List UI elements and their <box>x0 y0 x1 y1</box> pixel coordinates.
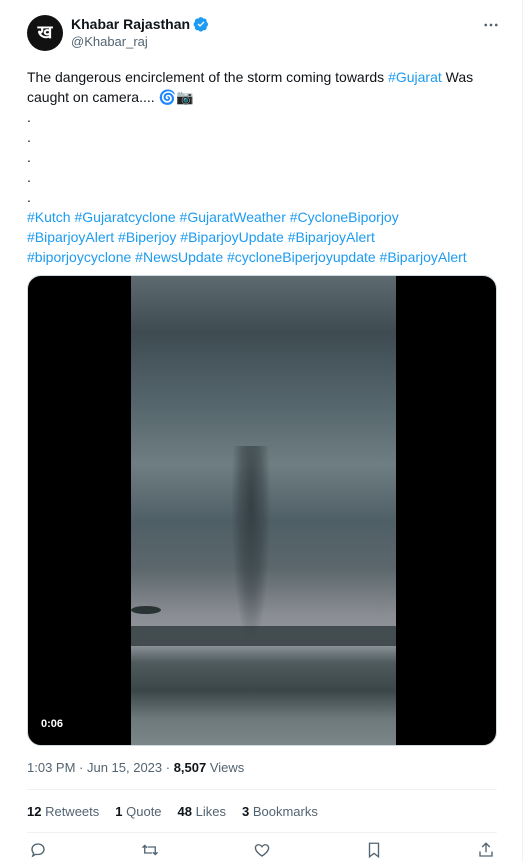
islet <box>131 606 161 614</box>
tweet-timestamp[interactable]: 1:03 PM · Jun 15, 2023 · <box>27 760 174 775</box>
hashtags-line-1[interactable]: #Kutch #Gujaratcyclone #GujaratWeather #… <box>27 207 509 227</box>
verified-badge-icon <box>193 16 209 32</box>
author-display-name[interactable]: Khabar Rajasthan <box>71 16 190 32</box>
divider <box>27 789 497 790</box>
dot-line: . <box>27 109 31 125</box>
video-player[interactable]: 0:06 <box>27 275 497 746</box>
action-bar <box>27 838 497 862</box>
avatar[interactable]: ख <box>27 15 63 51</box>
likes-label: Likes <box>192 804 226 819</box>
likes-stat[interactable]: 48 Likes <box>178 804 226 819</box>
dot-line: . <box>27 169 31 185</box>
dot-line: . <box>27 129 31 145</box>
hashtags-line-2[interactable]: #BiparjoyAlert #Biperjoy #BiparjoyUpdate… <box>27 227 509 247</box>
more-options-icon[interactable] <box>481 15 501 35</box>
views-label: Views <box>206 760 245 775</box>
bookmarks-stat[interactable]: 3 Bookmarks <box>242 804 318 819</box>
bookmark-icon[interactable] <box>363 839 385 861</box>
tornado-funnel <box>231 446 271 646</box>
likes-count: 48 <box>177 804 193 819</box>
retweets-count: 12 <box>27 804 42 819</box>
video-duration-badge: 0:06 <box>36 716 69 732</box>
shoreline <box>131 626 396 646</box>
dot-line: . <box>27 189 31 205</box>
engagement-stats: 12 Retweets 1 Quote 48 Likes 3 Bookmarks <box>27 804 318 819</box>
like-heart-icon[interactable] <box>251 839 273 861</box>
share-icon[interactable] <box>475 839 497 861</box>
quotes-stat[interactable]: 1 Quote <box>115 804 161 819</box>
hashtags-line-3[interactable]: #biporjoycyclone #NewsUpdate #cycloneBip… <box>27 247 509 267</box>
retweets-stat[interactable]: 12 Retweets <box>27 804 99 819</box>
reply-icon[interactable] <box>27 839 49 861</box>
video-frame[interactable] <box>131 276 396 745</box>
retweet-icon[interactable] <box>139 839 161 861</box>
dot-line: . <box>27 149 31 165</box>
views-count: 8,507 <box>173 760 207 775</box>
quotes-label: Quote <box>122 804 162 819</box>
tweet-meta: 1:03 PM · Jun 15, 2023 · 8,507 Views <box>27 760 244 775</box>
tweet-text: The dangerous encirclement of the storm … <box>27 67 509 267</box>
avatar-glyph: ख <box>37 22 53 43</box>
quotes-count: 1 <box>115 804 123 819</box>
retweets-label: Retweets <box>41 804 100 819</box>
tweet-text-line: The dangerous encirclement of the storm … <box>27 67 509 107</box>
author-name-row[interactable]: Khabar Rajasthan <box>71 16 209 32</box>
divider <box>27 832 497 833</box>
bookmarks-label: Bookmarks <box>249 804 318 819</box>
hashtag-gujarat[interactable]: #Gujarat <box>388 69 442 85</box>
tweet-text-plain: The dangerous encirclement of the storm … <box>27 69 389 85</box>
author-handle[interactable]: @Khabar_raj <box>71 34 148 49</box>
tweet-card: ख Khabar Rajasthan @Khabar_raj The dange… <box>0 0 523 862</box>
